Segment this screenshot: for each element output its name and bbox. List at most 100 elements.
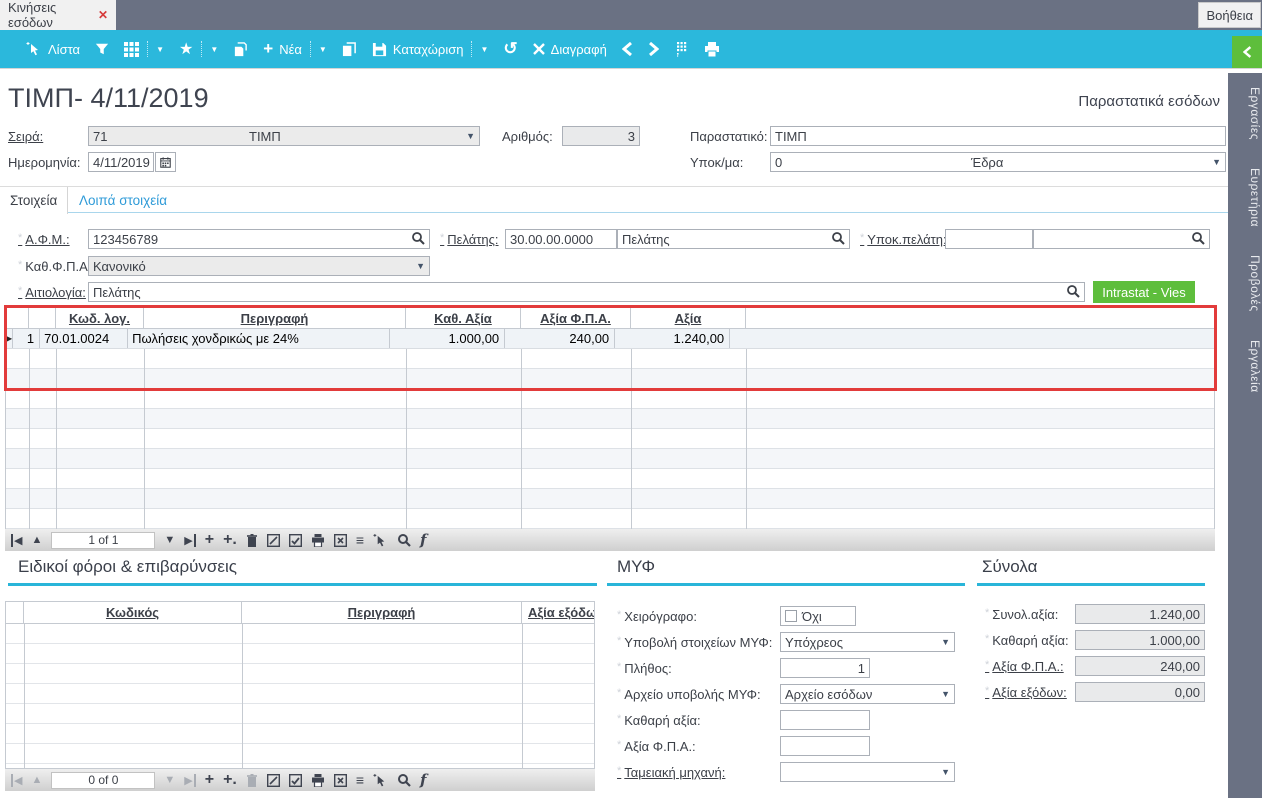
reason-label[interactable]: Αιτιολογία: — [18, 285, 86, 300]
grid-empty-rows[interactable] — [6, 349, 1214, 529]
excel-export-icon[interactable] — [333, 533, 347, 547]
col-header-vat-value[interactable]: Αξία Φ.Π.Α. — [521, 308, 631, 328]
search-grid-icon[interactable] — [397, 773, 411, 787]
vat-value-cell[interactable]: 240,00 — [505, 329, 616, 348]
cash-register-label[interactable]: Ταμειακή μηχανή: — [617, 765, 725, 780]
search-icon[interactable] — [1066, 284, 1080, 301]
chevron-down-icon[interactable]: ▼ — [480, 45, 488, 54]
next-record-icon[interactable]: ▼ — [164, 534, 175, 546]
myf-submission-select[interactable]: Υπόχρεος ▼ — [780, 632, 955, 652]
customer-label[interactable]: Πελάτης: — [440, 232, 498, 247]
sidebar-tab-ergasies[interactable]: Εργασίες — [1228, 73, 1262, 154]
previous-record-icon[interactable]: ▲ — [31, 774, 42, 786]
checkbox-icon[interactable] — [785, 610, 797, 622]
total-value-cell[interactable]: 1.240,00 — [615, 329, 731, 348]
customer-code-input[interactable]: 30.00.00.0000 — [505, 229, 617, 249]
customer-name-input[interactable]: Πελάτης — [617, 229, 850, 249]
search-grid-icon[interactable] — [397, 533, 411, 547]
close-icon[interactable]: ✕ — [98, 8, 108, 22]
grid-row[interactable]: ▶ 1 70.01.0024 Πωλήσεις χονδρικώς με 24%… — [6, 329, 1214, 349]
undo-button[interactable]: ↺ — [503, 39, 517, 59]
vat-regime-select[interactable]: Κανονικό ▼ — [88, 256, 430, 276]
date-input[interactable]: 4/11/2019 — [88, 152, 154, 172]
myf-vat-input[interactable] — [780, 736, 870, 756]
sidebar-tab-evretiria[interactable]: Ευρετήρια — [1228, 154, 1262, 241]
post-check-icon[interactable] — [288, 773, 302, 787]
col-header-value[interactable]: Αξία — [631, 308, 746, 328]
add-row-icon[interactable]: + — [205, 531, 214, 549]
quantity-input[interactable]: 1 — [780, 658, 870, 678]
dotted-grid-button[interactable] — [674, 41, 689, 57]
series-select[interactable]: 71 ΤΙΜΠ ▼ — [88, 126, 480, 146]
tab-revenue-movements[interactable]: Κινήσεις εσόδων ✕ — [0, 0, 116, 30]
record-pager[interactable]: 1 of 1 — [51, 531, 156, 549]
account-code-cell[interactable]: 70.01.0024 — [40, 329, 129, 348]
print-grid-icon[interactable] — [311, 773, 325, 787]
delete-row-icon[interactable] — [246, 773, 258, 787]
customer-branch-label[interactable]: Υποκ.πελάτη: — [860, 232, 946, 247]
sparkle-cursor-icon[interactable] — [373, 533, 388, 548]
filter-button[interactable] — [95, 42, 109, 56]
menu-icon[interactable]: ≡ — [356, 532, 364, 548]
customer-branch-name-input[interactable] — [1033, 229, 1210, 249]
record-pager[interactable]: 0 of 0 — [51, 771, 156, 789]
customer-branch-code-input[interactable] — [945, 229, 1033, 249]
search-icon[interactable] — [831, 231, 845, 248]
description-cell[interactable]: Πωλήσεις χονδρικώς με 24% — [128, 329, 391, 348]
sidebar-tab-provoles[interactable]: Προβολές — [1228, 241, 1262, 326]
favorites-button[interactable]: ★ ▼ — [179, 39, 218, 59]
new-button[interactable]: + Νέα ▼ — [263, 39, 327, 59]
calendar-button[interactable] — [155, 152, 176, 172]
print-grid-icon[interactable] — [311, 533, 325, 547]
sidebar-collapse-button[interactable] — [1232, 36, 1262, 68]
tab-stoixeia[interactable]: Στοιχεία — [0, 187, 69, 214]
sparkle-cursor-icon[interactable] — [373, 773, 388, 788]
expenses-value-label[interactable]: Αξία εξόδων: — [985, 685, 1067, 700]
last-record-icon[interactable]: ▶ — [184, 533, 196, 547]
menu-icon[interactable]: ≡ — [356, 772, 364, 788]
handwritten-checkbox[interactable]: Όχι — [780, 606, 856, 626]
tab-loipa-stoixeia[interactable]: Λοιπά στοιχεία — [69, 187, 177, 213]
myf-net-input[interactable] — [780, 710, 870, 730]
delete-button[interactable]: Διαγραφή — [532, 42, 607, 57]
last-record-icon[interactable]: ▶ — [184, 773, 196, 787]
col-header-axia-exodon[interactable]: Αξία εξόδων — [522, 602, 594, 623]
cash-register-select[interactable]: ▼ — [780, 762, 955, 782]
vat-value-label[interactable]: Αξία Φ.Π.Α.: — [985, 659, 1063, 674]
vat-number-label[interactable]: Α.Φ.Μ.: — [18, 232, 69, 247]
help-button[interactable]: Βοήθεια — [1198, 2, 1261, 28]
first-record-icon[interactable]: ◀ — [11, 773, 22, 787]
insert-row-icon[interactable]: +. — [223, 531, 237, 549]
excel-export-icon[interactable] — [333, 773, 347, 787]
intrastat-vies-button[interactable]: Intrastat - Vies — [1093, 281, 1195, 303]
fees-empty-rows[interactable] — [6, 624, 594, 768]
net-value-cell[interactable]: 1.000,00 — [390, 329, 506, 348]
add-row-icon[interactable]: + — [205, 771, 214, 789]
search-icon[interactable] — [1191, 231, 1205, 248]
grid-view-button[interactable]: ▼ — [124, 41, 164, 57]
print-button[interactable] — [704, 41, 720, 57]
chevron-down-icon[interactable]: ▼ — [156, 45, 164, 54]
col-header-perigrafi[interactable]: Περιγραφή — [242, 602, 522, 623]
first-record-icon[interactable]: ◀ — [11, 533, 22, 547]
document-input[interactable]: ΤΙΜΠ — [770, 126, 1226, 146]
next-record-button[interactable] — [648, 42, 659, 56]
search-icon[interactable] — [411, 231, 425, 248]
post-check-icon[interactable] — [288, 533, 302, 547]
save-button[interactable]: Καταχώριση ▼ — [372, 41, 488, 57]
next-record-icon[interactable]: ▼ — [164, 774, 175, 786]
series-label[interactable]: Σειρά: — [8, 129, 43, 144]
list-button[interactable]: Λίστα — [26, 41, 80, 57]
myf-file-select[interactable]: Αρχείο εσόδων ▼ — [780, 684, 955, 704]
export-button[interactable] — [233, 41, 248, 57]
col-header-net-value[interactable]: Καθ. Αξία — [406, 308, 521, 328]
col-header-code[interactable]: Κωδ. λογ. — [56, 308, 144, 328]
edit-row-icon[interactable] — [266, 533, 280, 547]
sidebar-tab-ergaleia[interactable]: Εργαλεία — [1228, 326, 1262, 407]
insert-row-icon[interactable]: +. — [223, 771, 237, 789]
vat-number-input[interactable]: 123456789 — [88, 229, 430, 249]
col-header-description[interactable]: Περιγραφή — [144, 308, 406, 328]
col-header-kodikos[interactable]: Κωδικός — [24, 602, 242, 623]
previous-record-icon[interactable]: ▲ — [31, 534, 42, 546]
formula-icon[interactable]: f — [420, 771, 426, 789]
